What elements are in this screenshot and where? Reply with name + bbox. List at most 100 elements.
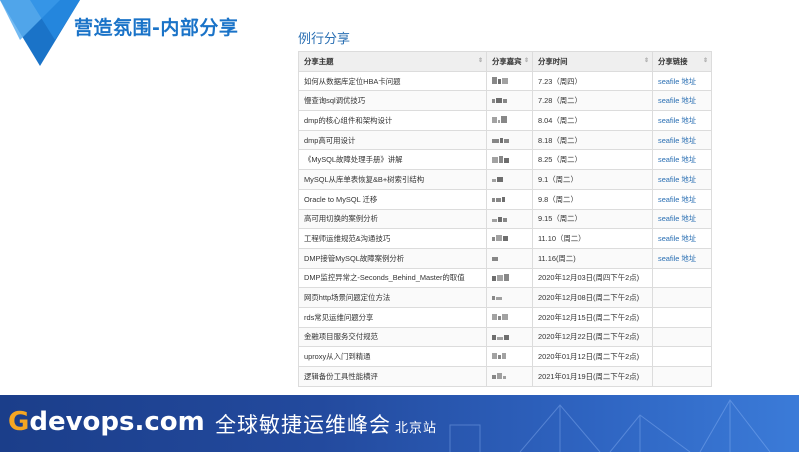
seafile-link[interactable]: seafile 地址 [658,254,696,263]
guest-cell [486,188,533,210]
redacted-name [492,293,503,302]
gdevops-logo: Gdevops.com [8,407,205,437]
seafile-link[interactable]: seafile 地址 [658,77,696,86]
topic-cell: Oracle to MySQL 迁移 [298,188,487,210]
sort-icon: ⇕ [702,58,708,65]
topic-cell: 如何从数据库定位HBA卡问题 [298,70,487,92]
time-cell: 7.28（周二） [532,90,653,112]
time-cell: 9.1（周二） [532,169,653,190]
guest-cell [486,287,533,308]
guest-cell [486,326,533,348]
redacted-name [492,155,510,165]
sort-icon: ⇕ [643,58,649,65]
footer-banner: Gdevops.com 全球敏捷运维峰会 北京站 [0,395,799,452]
link-cell [652,267,712,289]
redacted-name [492,76,509,86]
topic-cell: 网页http场景问题定位方法 [298,287,487,308]
column-header-link[interactable]: 分享链接 ⇕ [652,51,712,72]
table-row: dmp高可用设计 8.18（周二） seafile 地址 [298,129,712,151]
seafile-link[interactable]: seafile 地址 [658,195,696,204]
seafile-link[interactable]: seafile 地址 [658,116,696,125]
table-row: 慢查询sql调优技巧 7.28（周二） seafile 地址 [298,90,712,112]
guest-cell [486,70,533,92]
link-cell: seafile 地址 [652,188,712,210]
time-cell: 2020年01月12日(周二下午2点) [532,346,653,367]
redacted-name [492,333,510,342]
topic-cell: 金融项目服务交付规范 [298,326,487,348]
seafile-link[interactable]: seafile 地址 [658,155,696,164]
table-row: 《MySQL故障处理手册》讲解 8.25（周二） seafile 地址 [298,149,712,171]
time-cell: 2020年12月15日(周二下午2点) [532,306,653,328]
seafile-link[interactable]: seafile 地址 [658,234,696,243]
topic-cell: 《MySQL故障处理手册》讲解 [298,149,487,171]
guest-cell [486,208,533,230]
table-header-row: 分享主题 ⇕ 分享嘉宾 ⇕ 分享时间 ⇕ 分享链接 ⇕ [298,51,712,72]
sort-icon: ⇕ [477,58,483,65]
time-cell: 8.04（周二） [532,110,653,131]
link-cell [652,306,712,328]
share-table: 分享主题 ⇕ 分享嘉宾 ⇕ 分享时间 ⇕ 分享链接 ⇕ 如何从数据库定位HBA卡问题 7.… [298,51,712,387]
link-cell [652,366,712,387]
seafile-link[interactable]: seafile 地址 [658,214,696,223]
link-cell: seafile 地址 [652,208,712,230]
section-title: 例行分享 [298,32,351,47]
link-cell: seafile 地址 [652,247,712,269]
guest-cell [486,247,533,269]
topic-cell: rds常见运维问题分享 [298,306,487,328]
link-cell: seafile 地址 [652,169,712,190]
column-header-time[interactable]: 分享时间 ⇕ [532,51,653,72]
guest-cell [486,306,533,328]
time-cell: 11.10（周二） [532,228,653,249]
redacted-name [492,352,507,361]
time-cell: 11.16(周二) [532,247,653,269]
link-cell [652,326,712,348]
link-cell [652,287,712,308]
redacted-name [492,254,499,263]
topic-cell: uproxy从入门到精通 [298,346,487,367]
column-header-topic[interactable]: 分享主题 ⇕ [298,51,487,72]
seafile-link[interactable]: seafile 地址 [658,96,696,105]
slide-title: 营造氛围-内部分享 [74,17,239,39]
time-cell: 8.18（周二） [532,129,653,151]
seafile-link[interactable]: seafile 地址 [658,175,696,184]
table-row: rds常见运维问题分享 2020年12月15日(周二下午2点) [298,306,712,328]
column-header-guest[interactable]: 分享嘉宾 ⇕ [486,51,533,72]
redacted-name [492,96,508,105]
topic-cell: 高可用切换的案例分析 [298,208,487,230]
table-row: MySQL从库单表恢复&B+树索引结构 9.1（周二） seafile 地址 [298,169,712,190]
redacted-name [492,313,509,322]
redacted-name [492,273,510,283]
time-cell: 9.15（周二） [532,208,653,230]
time-cell: 2020年12月03日(周四下午2点) [532,267,653,289]
topic-cell: dmp的核心组件和架构设计 [298,110,487,131]
table-row: DMP监控异常之-Seconds_Behind_Master的取值 2020年12… [298,267,712,289]
table-row: 高可用切换的案例分析 9.15（周二） seafile 地址 [298,208,712,230]
logo-triangles-icon [0,0,80,66]
table-row: DMP接管MySQL故障案例分析 11.16(周二) seafile 地址 [298,247,712,269]
table-row: uproxy从入门到精通 2020年01月12日(周二下午2点) [298,346,712,367]
table-row: 如何从数据库定位HBA卡问题 7.23（周四） seafile 地址 [298,70,712,92]
guest-cell [486,267,533,289]
link-cell: seafile 地址 [652,149,712,171]
redacted-name [492,215,508,224]
guest-cell [486,110,533,131]
link-cell: seafile 地址 [652,70,712,92]
topic-cell: DMP接管MySQL故障案例分析 [298,247,487,269]
time-cell: 2020年12月22日(周二下午2点) [532,326,653,348]
redacted-name [492,372,507,381]
time-cell: 2021年01月19日(周二下午2点) [532,366,653,387]
link-cell [652,346,712,367]
guest-cell [486,169,533,190]
topic-cell: DMP监控异常之-Seconds_Behind_Master的取值 [298,267,487,289]
guest-cell [486,90,533,112]
redacted-name [492,116,508,125]
guest-cell [486,149,533,171]
table-row: Oracle to MySQL 迁移 9.8（周二） seafile 地址 [298,188,712,210]
seafile-link[interactable]: seafile 地址 [658,136,696,145]
time-cell: 8.25（周二） [532,149,653,171]
time-cell: 2020年12月08日(周二下午2点) [532,287,653,308]
time-cell: 7.23（周四） [532,70,653,92]
table-row: 网页http场景问题定位方法 2020年12月08日(周二下午2点) [298,287,712,308]
redacted-name [492,175,504,184]
link-cell: seafile 地址 [652,90,712,112]
